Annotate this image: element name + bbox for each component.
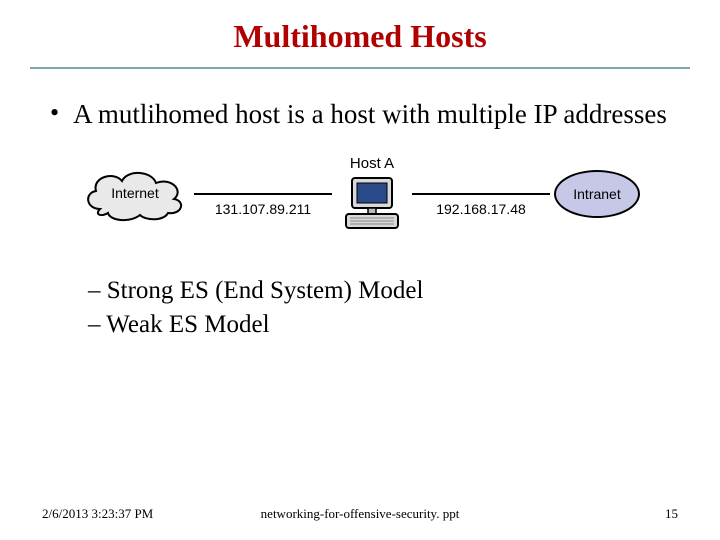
bullet-text: A mutlihomed host is a host with multipl… [73, 97, 667, 131]
footer-date: 2/6/2013 3:23:37 PM [42, 506, 153, 522]
sub-bullet-list: – Strong ES (End System) Model – Weak ES… [88, 274, 670, 342]
host-label: Host A [350, 155, 394, 172]
footer-filename: networking-for-offensive-security. ppt [261, 506, 460, 522]
sub-bullet-1: – Strong ES (End System) Model [88, 274, 670, 308]
slide-footer: 2/6/2013 3:23:37 PM networking-for-offen… [0, 506, 720, 522]
host-icon: Host A [340, 155, 404, 232]
internet-label: Internet [111, 185, 158, 201]
left-connection: 131.107.89.211 [194, 193, 332, 195]
ip-right: 192.168.17.48 [436, 201, 526, 217]
footer-page-number: 15 [665, 506, 678, 522]
intranet-oval-icon: Intranet [554, 170, 640, 218]
slide-title: Multihomed Hosts [0, 0, 720, 67]
right-connection: 192.168.17.48 [412, 193, 550, 195]
network-diagram: Internet 131.107.89.211 Host A 192.168.1… [80, 155, 640, 232]
bullet-dot-icon: • [50, 97, 59, 129]
bullet-item: • A mutlihomed host is a host with multi… [50, 97, 670, 131]
sub-bullet-2: – Weak ES Model [88, 308, 670, 342]
slide-body: • A mutlihomed host is a host with multi… [0, 69, 720, 342]
ip-left: 131.107.89.211 [215, 201, 311, 217]
intranet-label: Intranet [573, 186, 620, 202]
internet-cloud-icon: Internet [80, 165, 190, 223]
